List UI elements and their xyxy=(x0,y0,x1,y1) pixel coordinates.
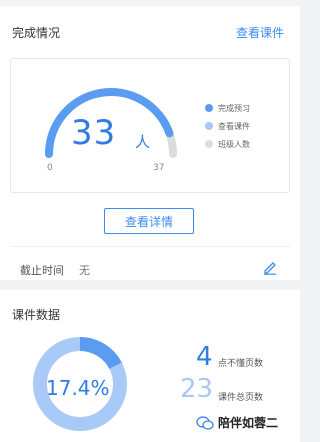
count-unit: 人 xyxy=(135,133,151,151)
axis-min-label: 0 xyxy=(47,163,53,173)
donut-percent: 17.4% xyxy=(46,376,110,400)
legend-label: 查看课件 xyxy=(218,121,250,131)
axis-max-label: 37 xyxy=(153,163,165,173)
completion-card: 完成情况 查看课件 33 人 0 37 完成预习 查看课件 班级人数 查看详情 xyxy=(0,6,300,280)
legend-item-viewed: 查看课件 xyxy=(205,117,250,135)
legend-dot xyxy=(205,122,213,130)
watermark-text: 陪伴如蓉二 xyxy=(218,416,279,430)
completed-count: 33 xyxy=(71,113,117,153)
wechat-icon xyxy=(196,415,214,430)
watermark: 陪伴如蓉二 xyxy=(196,414,278,431)
total-pages-label: 课件总页数 xyxy=(218,393,264,403)
gauge-legend: 完成预习 查看课件 班级人数 xyxy=(205,99,250,153)
view-details-button[interactable]: 查看详情 xyxy=(104,208,194,234)
donut-value-arc xyxy=(79,337,122,370)
total-pages-count: 23 xyxy=(180,374,214,404)
confusing-pages-count: 4 xyxy=(196,342,213,372)
view-courseware-link[interactable]: 查看课件 xyxy=(236,24,284,41)
edit-icon[interactable] xyxy=(262,259,278,279)
legend-dot xyxy=(205,104,213,112)
legend-label: 完成预习 xyxy=(218,103,250,113)
courseware-title: 课件数据 xyxy=(12,308,61,322)
legend-label: 班级人数 xyxy=(218,139,250,149)
confusing-pages-label: 点不懂页数 xyxy=(218,359,264,369)
deadline-label: 截止时间 xyxy=(20,264,64,277)
completion-chart-box: 33 人 0 37 完成预习 查看课件 班级人数 xyxy=(10,58,290,193)
legend-item-class-size: 班级人数 xyxy=(205,135,250,153)
legend-dot xyxy=(205,140,213,148)
completion-title: 完成情况 xyxy=(12,26,61,40)
deadline-value: 无 xyxy=(79,264,90,277)
divider xyxy=(10,246,290,247)
legend-item-preview: 完成预习 xyxy=(205,99,250,117)
